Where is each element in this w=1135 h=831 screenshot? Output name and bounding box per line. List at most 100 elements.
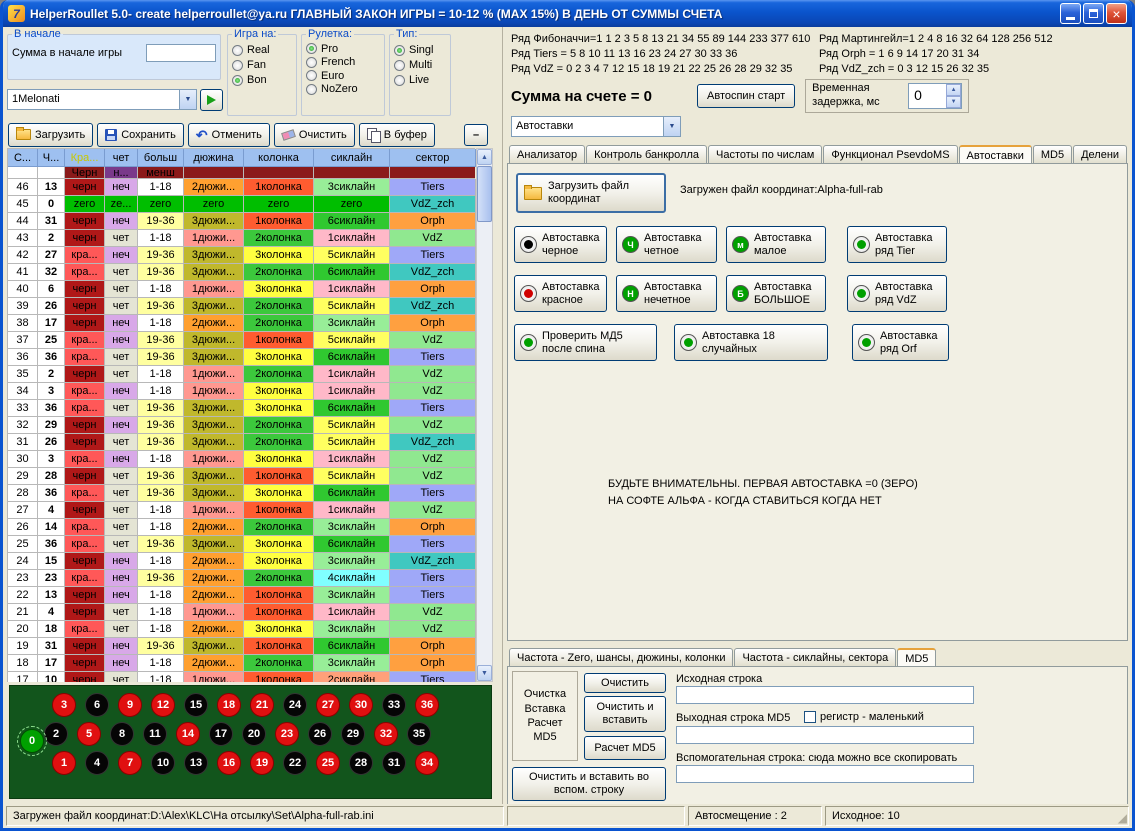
column-header[interactable]: дюжина xyxy=(184,149,244,167)
table-row[interactable]: 2928чернчет19-363дюжи...1колонка5сиклайн… xyxy=(8,468,475,485)
autobet-red-button[interactable]: Автоставка красное xyxy=(514,275,607,312)
board-number-28[interactable]: 28 xyxy=(349,751,373,775)
radio-french[interactable]: French xyxy=(306,56,380,68)
md5-clear-paste-aux-button[interactable]: Очистить и вставить во вспом. строку xyxy=(512,767,666,801)
table-row[interactable]: 3336кра...чет19-363дюжи...3колонка6сикла… xyxy=(8,400,475,417)
save-button[interactable]: Сохранить xyxy=(97,123,184,147)
tab-Частоты по числам[interactable]: Частоты по числам xyxy=(708,145,822,163)
table-row[interactable]: 3817черннеч1-182дюжи...2колонка3сиклайнO… xyxy=(8,315,475,332)
autobet-odd-button[interactable]: НАвтоставка нечетное xyxy=(616,275,717,312)
radio-fan[interactable]: Fan xyxy=(232,59,292,71)
radio-singl[interactable]: Singl xyxy=(394,44,446,56)
spinner-up-button[interactable]: ▲ xyxy=(946,84,961,96)
board-number-9[interactable]: 9 xyxy=(118,693,142,717)
table-row[interactable]: 450zeroze...zerozerozerozeroVdZ_zch xyxy=(8,196,475,213)
board-number-8[interactable]: 8 xyxy=(110,722,134,746)
board-number-4[interactable]: 4 xyxy=(85,751,109,775)
table-row[interactable]: 2536кра...чет19-363дюжи...3колонка6сикла… xyxy=(8,536,475,553)
board-number-13[interactable]: 13 xyxy=(184,751,208,775)
table-row[interactable]: 432чернчет1-181дюжи...2колонка1сиклайнVd… xyxy=(8,230,475,247)
table-row[interactable]: 4431черннеч19-363дюжи...1колонка6сиклайн… xyxy=(8,213,475,230)
board-number-35[interactable]: 35 xyxy=(407,722,431,746)
board-number-5[interactable]: 5 xyxy=(77,722,101,746)
load-coords-button[interactable]: Загрузить файл координат xyxy=(516,173,666,213)
tab-Автоставки[interactable]: Автоставки xyxy=(959,145,1032,163)
board-number-3[interactable]: 3 xyxy=(52,693,76,717)
autobet-big-button[interactable]: БАвтоставка БОЛЬШОЕ xyxy=(726,275,826,312)
play-button[interactable] xyxy=(200,89,223,111)
board-number-22[interactable]: 22 xyxy=(283,751,307,775)
board-number-25[interactable]: 25 xyxy=(316,751,340,775)
column-header[interactable]: С... xyxy=(8,149,38,167)
tab-Анализатор[interactable]: Анализатор xyxy=(509,145,585,163)
collapse-button[interactable]: – xyxy=(464,124,488,146)
md5-aux-input[interactable] xyxy=(676,765,974,783)
tab-MD5[interactable]: MD5 xyxy=(1033,145,1072,163)
tab-Делени[interactable]: Делени xyxy=(1073,145,1127,163)
column-header[interactable]: колонка xyxy=(244,149,314,167)
column-header[interactable]: Ч... xyxy=(38,149,65,167)
board-number-1[interactable]: 1 xyxy=(52,751,76,775)
autobet-combobox[interactable]: Автоставки ▼ xyxy=(511,116,681,137)
board-number-24[interactable]: 24 xyxy=(283,693,307,717)
board-number-27[interactable]: 27 xyxy=(316,693,340,717)
copy-buffer-button[interactable]: В буфер xyxy=(359,123,435,147)
table-row[interactable]: 343кра...неч1-181дюжи...3колонка1сиклайн… xyxy=(8,383,475,400)
table-row[interactable]: 2836кра...чет19-363дюжи...3колонка6сикла… xyxy=(8,485,475,502)
board-number-2[interactable]: 2 xyxy=(44,722,68,746)
md5-output-input[interactable] xyxy=(676,726,974,744)
table-row[interactable]: 4613черннеч1-182дюжи...1колонка3сиклайнT… xyxy=(8,179,475,196)
table-row[interactable]: 3636кра...чет19-363дюжи...3колонка6сикла… xyxy=(8,349,475,366)
undo-button[interactable]: ↶Отменить xyxy=(188,123,270,147)
board-number-29[interactable]: 29 xyxy=(341,722,365,746)
md5-source-input[interactable] xyxy=(676,686,974,704)
start-sum-input[interactable] xyxy=(146,44,216,62)
titlebar[interactable]: 7 HelperRoullet 5.0- create helperroulle… xyxy=(3,0,1132,27)
preset-combobox[interactable]: 1Melonati ▼ xyxy=(7,89,197,110)
md5-calc-button[interactable]: Расчет MD5 xyxy=(584,736,666,760)
md5-clear-button[interactable]: Очистить xyxy=(584,673,666,693)
table-row[interactable]: 214чернчет1-181дюжи...1колонка1сиклайнVd… xyxy=(8,604,475,621)
board-number-16[interactable]: 16 xyxy=(217,751,241,775)
register-checkbox[interactable] xyxy=(804,711,816,723)
resize-grip[interactable]: ◢ xyxy=(1118,812,1127,824)
radio-euro[interactable]: Euro xyxy=(306,70,380,82)
table-row[interactable]: Чернн...менш xyxy=(8,167,475,179)
autobet-18-random-button[interactable]: Автоставка 18 случайных xyxy=(674,324,828,361)
tab-Частота - Zero, шансы, дюжины, колонки[interactable]: Частота - Zero, шансы, дюжины, колонки xyxy=(509,648,733,666)
table-row[interactable]: 406чернчет1-181дюжи...3колонка1сиклайнOr… xyxy=(8,281,475,298)
board-number-14[interactable]: 14 xyxy=(176,722,200,746)
board-number-21[interactable]: 21 xyxy=(250,693,274,717)
radio-multi[interactable]: Multi xyxy=(394,59,446,71)
tab-Частота - сиклайны, сектора[interactable]: Частота - сиклайны, сектора xyxy=(734,648,896,666)
radio-real[interactable]: Real xyxy=(232,44,292,56)
board-number-20[interactable]: 20 xyxy=(242,722,266,746)
column-header[interactable]: сиклайн xyxy=(314,149,390,167)
board-number-11[interactable]: 11 xyxy=(143,722,167,746)
autobet-small-button[interactable]: мАвтоставка малое xyxy=(726,226,826,263)
column-header[interactable]: Кра... xyxy=(65,149,105,167)
table-row[interactable]: 274чернчет1-181дюжи...1колонка1сиклайнVd… xyxy=(8,502,475,519)
column-header[interactable]: чет xyxy=(105,149,138,167)
board-number-12[interactable]: 12 xyxy=(151,693,175,717)
table-row[interactable]: 4227кра...неч19-363дюжи...3колонка5сикла… xyxy=(8,247,475,264)
board-number-6[interactable]: 6 xyxy=(85,693,109,717)
tab-Контроль банкролла[interactable]: Контроль банкролла xyxy=(586,145,707,163)
board-number-34[interactable]: 34 xyxy=(415,751,439,775)
autobet-vdz-row-button[interactable]: Автоставка ряд VdZ xyxy=(847,275,947,312)
table-row[interactable]: 2415черннеч1-182дюжи...3колонка3сиклайнV… xyxy=(8,553,475,570)
tab-MD5[interactable]: MD5 xyxy=(897,648,936,666)
board-number-18[interactable]: 18 xyxy=(217,693,241,717)
table-row[interactable]: 3926чернчет19-363дюжи...2колонка5сиклайн… xyxy=(8,298,475,315)
table-row[interactable]: 1817черннеч1-182дюжи...2колонка3сиклайнO… xyxy=(8,655,475,672)
table-row[interactable]: 2323кра...неч19-362дюжи...2колонка4сикла… xyxy=(8,570,475,587)
close-button[interactable]: × xyxy=(1106,3,1127,24)
board-number-17[interactable]: 17 xyxy=(209,722,233,746)
board-number-15[interactable]: 15 xyxy=(184,693,208,717)
column-header[interactable]: сектор xyxy=(390,149,476,167)
maximize-button[interactable] xyxy=(1083,3,1104,24)
board-number-19[interactable]: 19 xyxy=(250,751,274,775)
table-row[interactable]: 1931черннеч19-363дюжи...1колонка6сиклайн… xyxy=(8,638,475,655)
table-row[interactable]: 2213черннеч1-182дюжи...1колонка3сиклайнT… xyxy=(8,587,475,604)
table-row[interactable]: 1710чернчет1-181дюжи...1колонка2сиклайнT… xyxy=(8,672,475,682)
